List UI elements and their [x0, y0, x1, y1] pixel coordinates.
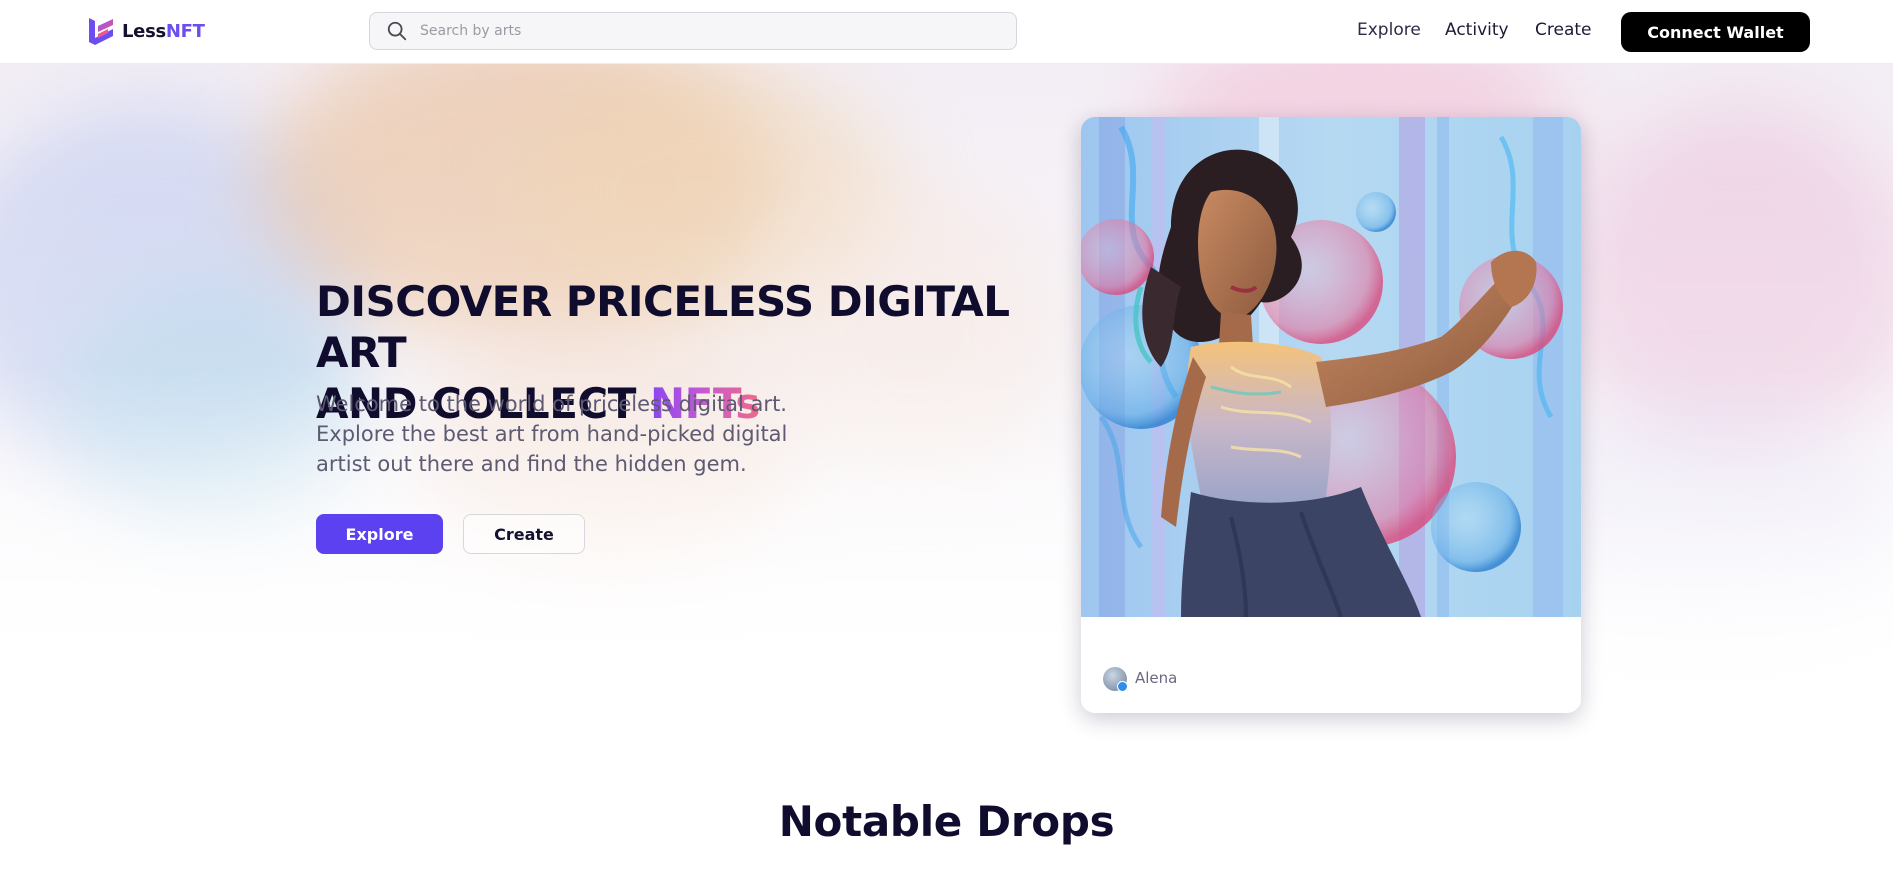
featured-art-card[interactable]: Alena: [1081, 117, 1581, 713]
search-icon: [387, 21, 407, 41]
nav-explore-link[interactable]: Explore: [1357, 20, 1421, 40]
brand-name: LessNFT: [122, 20, 205, 42]
verified-badge-icon: [1117, 681, 1128, 692]
card-footer: Alena: [1081, 617, 1581, 713]
lessnft-logo-icon: [89, 18, 113, 45]
hero-explore-button[interactable]: Explore: [316, 514, 443, 554]
search-input[interactable]: [418, 22, 982, 40]
artist-name[interactable]: Alena: [1135, 669, 1177, 687]
hero-title-line1: DISCOVER PRICELESS DIGITAL ART: [316, 277, 1010, 377]
nav-activity-link[interactable]: Activity: [1445, 20, 1509, 40]
search-bar[interactable]: [369, 12, 1017, 50]
top-navbar: LessNFT Explore Activity Create Connect …: [0, 0, 1893, 64]
connect-wallet-button[interactable]: Connect Wallet: [1621, 12, 1810, 52]
featured-artwork-image: [1081, 117, 1581, 617]
artist-avatar[interactable]: [1103, 667, 1128, 692]
nav-create-link[interactable]: Create: [1535, 20, 1592, 40]
notable-drops-heading: Notable Drops: [778, 797, 1115, 846]
hero-description: Welcome to the world of priceless digita…: [316, 392, 788, 476]
hero-create-button[interactable]: Create: [463, 514, 585, 554]
brand-logo[interactable]: LessNFT: [86, 14, 205, 48]
